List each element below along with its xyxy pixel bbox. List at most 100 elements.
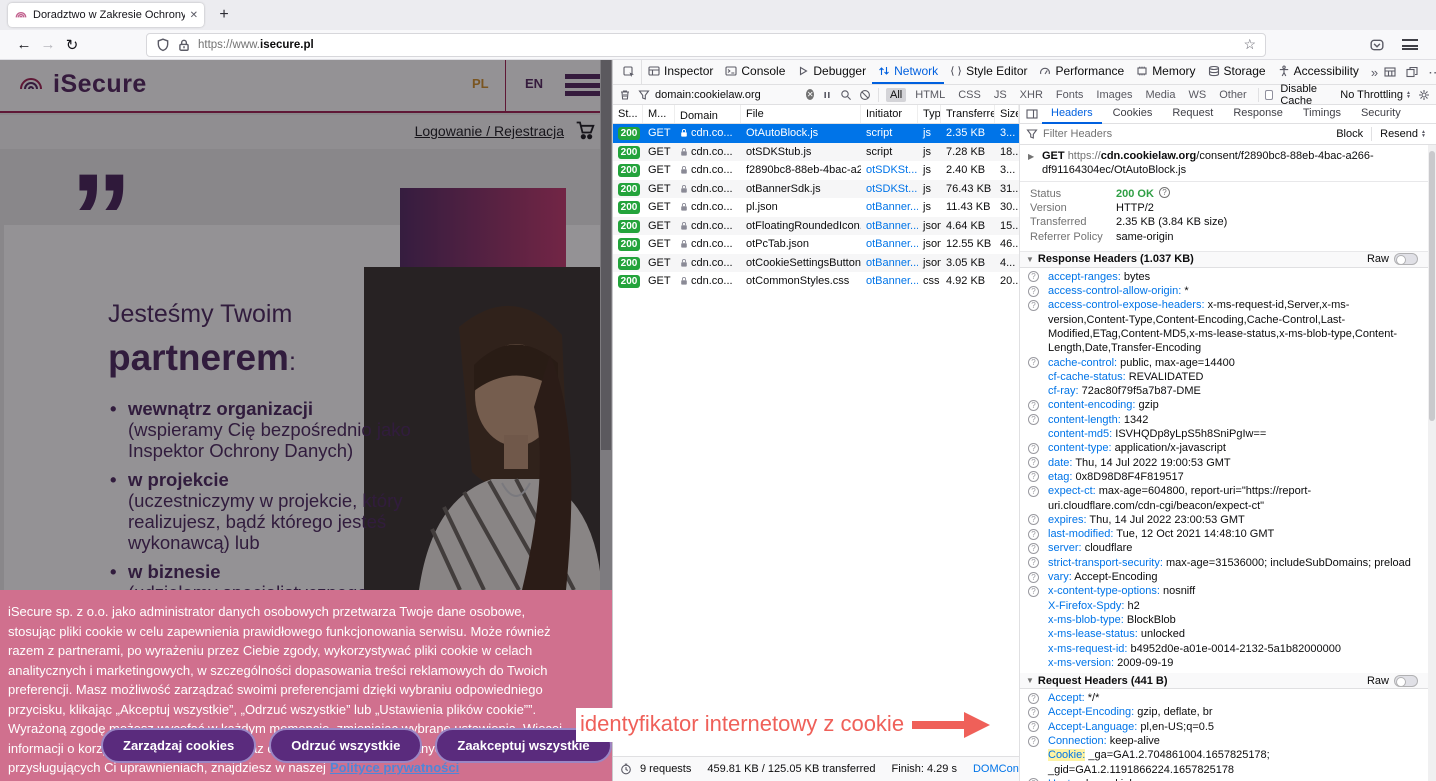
header-info-icon[interactable]: ? — [1028, 736, 1039, 747]
disable-cache-checkbox[interactable] — [1265, 90, 1273, 100]
pocket-icon[interactable] — [1370, 38, 1384, 52]
type-filter-ws[interactable]: WS — [1184, 88, 1210, 102]
raw-toggle[interactable] — [1394, 675, 1418, 687]
type-filter-fonts[interactable]: Fonts — [1052, 88, 1088, 102]
status-help-icon[interactable]: ? — [1159, 187, 1170, 198]
network-settings-gear-icon[interactable] — [1418, 89, 1430, 101]
cookie-button-zarz-dzaj-cookies[interactable]: Zarządzaj cookies — [101, 728, 256, 763]
iframe-picker-icon[interactable] — [1384, 66, 1396, 78]
details-tab-security[interactable]: Security — [1352, 105, 1410, 124]
initiator-cell[interactable]: otBanner... — [861, 217, 918, 236]
header-info-icon[interactable]: ? — [1028, 707, 1039, 718]
initiator-cell[interactable]: otBanner... — [861, 198, 918, 217]
header-info-icon[interactable]: ? — [1028, 300, 1039, 311]
request-row[interactable]: 200GETcdn.co...otCommonStyles.cssotBanne… — [613, 272, 1019, 291]
devtools-tab-style-editor[interactable]: Style Editor — [944, 60, 1033, 84]
reload-button-icon[interactable]: ↻ — [60, 36, 84, 54]
request-row[interactable]: 200GETcdn.co...otFloatingRoundedIcon.jso… — [613, 217, 1019, 236]
type-filter-media[interactable]: Media — [1142, 88, 1180, 102]
bookmark-star-icon[interactable]: ☆ — [1243, 36, 1256, 53]
clear-filter-icon[interactable]: ✕ — [806, 89, 814, 100]
details-tab-cookies[interactable]: Cookies — [1104, 105, 1162, 124]
devtools-tab-memory[interactable]: Memory — [1130, 60, 1201, 84]
initiator-cell[interactable]: otSDKSt... — [861, 180, 918, 199]
lock-icon[interactable] — [177, 38, 191, 52]
details-tab-request[interactable]: Request — [1163, 105, 1222, 124]
column-header-file[interactable]: File — [741, 105, 861, 123]
request-row[interactable]: 200GETcdn.co...otBannerSdk.jsotSDKSt...j… — [613, 180, 1019, 199]
header-info-icon[interactable]: ? — [1028, 443, 1039, 454]
type-filter-js[interactable]: JS — [990, 88, 1011, 102]
column-header-size[interactable]: Size — [995, 105, 1019, 123]
type-filter-other[interactable]: Other — [1215, 88, 1251, 102]
header-info-icon[interactable]: ? — [1028, 400, 1039, 411]
column-header-m[interactable]: M... — [643, 105, 675, 123]
new-tab-button[interactable]: + — [212, 3, 236, 27]
pause-log-icon[interactable] — [821, 89, 833, 101]
header-info-icon[interactable]: ? — [1028, 529, 1039, 540]
cookie-button-odrzu-wszystkie[interactable]: Odrzuć wszystkie — [269, 728, 422, 763]
details-tab-timings[interactable]: Timings — [1294, 105, 1350, 124]
devtools-tab-performance[interactable]: Performance — [1033, 60, 1130, 84]
header-info-icon[interactable]: ? — [1028, 471, 1039, 482]
block-url-button[interactable]: Block — [1336, 128, 1363, 140]
column-header-domain[interactable]: Domain — [675, 105, 741, 123]
raw-toggle[interactable] — [1394, 253, 1418, 265]
header-info-icon[interactable]: ? — [1028, 543, 1039, 554]
request-row[interactable]: 200GETcdn.co...pl.jsonotBanner...js11.43… — [613, 198, 1019, 217]
throttling-select[interactable]: No Throttling▲▼ — [1340, 89, 1411, 101]
initiator-cell[interactable]: otBanner... — [861, 254, 918, 273]
request-headers-section[interactable]: ▼ Request Headers (441 B) Raw — [1020, 673, 1428, 689]
details-tab-headers[interactable]: Headers — [1042, 105, 1102, 124]
column-header-type[interactable]: Type — [918, 105, 941, 123]
header-info-icon[interactable]: ? — [1028, 414, 1039, 425]
filter-headers-input[interactable]: Filter Headers — [1043, 128, 1112, 140]
header-info-icon[interactable]: ? — [1028, 586, 1039, 597]
shield-icon[interactable] — [156, 38, 170, 52]
toolbar-overflow-chevron[interactable]: » — [1365, 65, 1384, 80]
type-filter-css[interactable]: CSS — [954, 88, 985, 102]
browser-menu-icon[interactable] — [1402, 39, 1418, 50]
search-icon[interactable] — [840, 89, 852, 101]
devtools-tab-debugger[interactable]: Debugger — [791, 60, 872, 84]
back-button-icon[interactable]: ← — [12, 36, 36, 53]
request-row[interactable]: 200GETcdn.co...OtAutoBlock.jsscriptjs2.3… — [613, 124, 1019, 143]
browser-tab[interactable]: Doradztwo w Zakresie Ochrony Dany ✕ — [8, 3, 204, 27]
pick-element-icon[interactable] — [617, 60, 642, 84]
initiator-cell[interactable]: otBanner... — [861, 272, 918, 291]
request-row[interactable]: 200GETcdn.co...f2890bc8-88eb-4bac-a266-d… — [613, 161, 1019, 180]
request-row[interactable]: 200GETcdn.co...otCookieSettingsButton.js… — [613, 254, 1019, 273]
devtools-tab-inspector[interactable]: Inspector — [642, 60, 719, 84]
type-filter-xhr[interactable]: XHR — [1016, 88, 1047, 102]
type-filter-all[interactable]: All — [886, 88, 906, 102]
column-header-transferred[interactable]: Transferred — [941, 105, 995, 123]
header-info-icon[interactable]: ? — [1028, 357, 1039, 368]
details-pane-icon[interactable] — [1026, 108, 1038, 120]
forward-button-icon[interactable]: → — [36, 36, 60, 53]
tab-close-icon[interactable]: ✕ — [190, 10, 198, 21]
devtools-tab-accessibility[interactable]: Accessibility — [1272, 60, 1365, 84]
header-info-icon[interactable]: ? — [1028, 486, 1039, 497]
header-info-icon[interactable]: ? — [1028, 457, 1039, 468]
responsive-mode-icon[interactable] — [1406, 66, 1418, 78]
column-header-st[interactable]: St... — [613, 105, 643, 123]
initiator-cell[interactable]: otSDKSt... — [861, 161, 918, 180]
column-header-initiator[interactable]: Initiator — [861, 105, 918, 123]
filter-url-input[interactable]: domain:cookielaw.org — [638, 89, 799, 101]
header-info-icon[interactable]: ? — [1028, 572, 1039, 583]
header-info-icon[interactable]: ? — [1028, 693, 1039, 704]
block-request-icon[interactable] — [859, 89, 871, 101]
clear-requests-icon[interactable] — [619, 89, 631, 101]
response-headers-section[interactable]: ▼ Response Headers (1.037 KB) Raw — [1020, 252, 1428, 268]
devtools-tab-storage[interactable]: Storage — [1202, 60, 1272, 84]
resend-button[interactable]: Resend▲▼ — [1380, 128, 1426, 140]
header-info-icon[interactable]: ? — [1028, 557, 1039, 568]
initiator-cell[interactable]: otBanner... — [861, 235, 918, 254]
type-filter-images[interactable]: Images — [1092, 88, 1136, 102]
header-info-icon[interactable]: ? — [1028, 286, 1039, 297]
header-info-icon[interactable]: ? — [1028, 514, 1039, 525]
details-scrollbar[interactable] — [1428, 145, 1436, 781]
devtools-tab-network[interactable]: Network — [872, 60, 944, 84]
request-url-line[interactable]: ▶ GET https://cdn.cookielaw.org/consent/… — [1020, 145, 1428, 182]
details-tab-response[interactable]: Response — [1224, 105, 1292, 124]
